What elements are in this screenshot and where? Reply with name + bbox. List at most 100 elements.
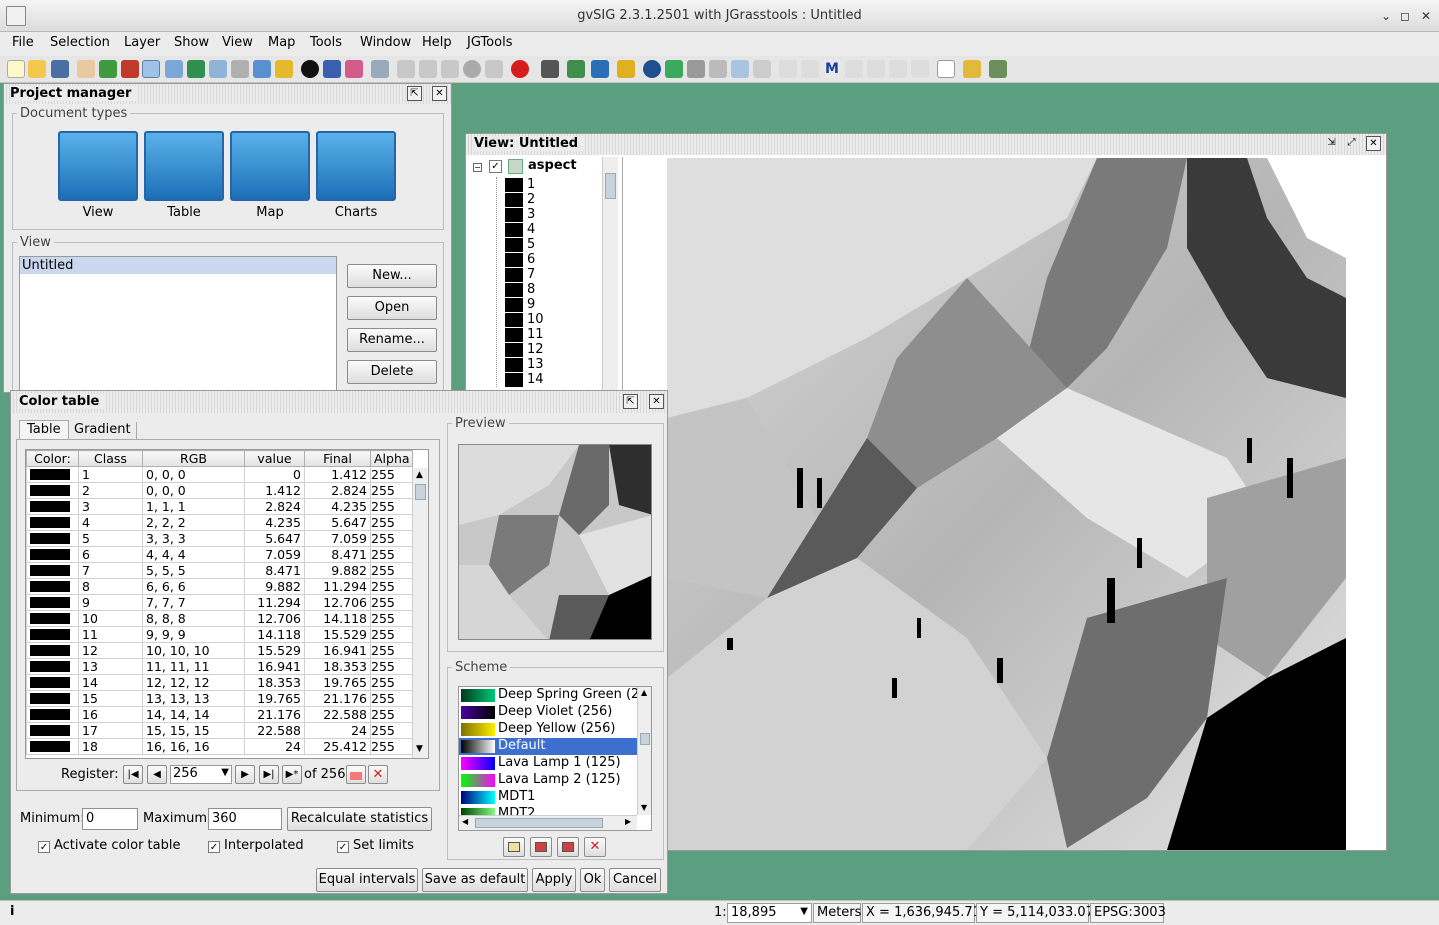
final-cell[interactable]: 16.941 <box>304 642 371 659</box>
pin2-icon[interactable] <box>801 60 819 78</box>
scheme-item[interactable]: Deep Violet (256) <box>459 704 637 721</box>
select-polygon-icon[interactable] <box>441 60 459 78</box>
color-swatch-cell[interactable] <box>26 482 79 499</box>
rgb-cell[interactable]: 13, 13, 13 <box>142 690 245 707</box>
scheme-item[interactable]: Deep Spring Green (2 <box>459 687 637 704</box>
scheme-item[interactable]: Lava Lamp 1 (125) <box>459 755 637 772</box>
table-row[interactable]: 18 16, 16, 16 24 25.412 255 <box>26 738 413 755</box>
activate-color-table-check[interactable]: ✓ Activate color table <box>38 838 180 853</box>
value-cell[interactable]: 14.118 <box>244 626 305 643</box>
table-doc-icon[interactable] <box>144 131 224 201</box>
scheme-item[interactable]: Default <box>459 738 637 755</box>
class-cell[interactable]: 14 <box>78 674 143 691</box>
rgb-cell[interactable]: 4, 4, 4 <box>142 546 245 563</box>
class-cell[interactable]: 7 <box>78 562 143 579</box>
raster-icon[interactable] <box>665 60 683 78</box>
zoom-previous-icon[interactable] <box>209 60 227 78</box>
layers-icon[interactable] <box>187 60 205 78</box>
select-layer-icon[interactable] <box>275 60 293 78</box>
scheme-hscrollbar[interactable]: ◀ ▶ <box>459 815 637 830</box>
rgb-cell[interactable]: 3, 3, 3 <box>142 530 245 547</box>
scheme-item[interactable]: MDT2 <box>459 806 637 815</box>
save-project-icon[interactable] <box>51 60 69 78</box>
scroll-down-icon[interactable]: ▼ <box>416 744 423 754</box>
zoom-fit-icon[interactable] <box>231 60 249 78</box>
color-swatch-cell[interactable] <box>26 498 79 515</box>
menu-selection[interactable]: Selection <box>50 35 110 50</box>
rename-view-button[interactable]: Rename... <box>347 328 437 352</box>
col-color[interactable]: Color: <box>26 450 79 467</box>
table-row[interactable]: 4 2, 2, 2 4.235 5.647 255 <box>26 514 413 531</box>
restore-icon[interactable]: ⇲ <box>1324 136 1339 151</box>
export-scheme-button[interactable] <box>557 837 579 857</box>
table-row[interactable]: 8 6, 6, 6 9.882 11.294 255 <box>26 578 413 595</box>
activate-checkbox-icon[interactable]: ✓ <box>38 841 50 853</box>
scheme-scroll-thumb[interactable] <box>640 733 650 745</box>
edit-icon[interactable] <box>371 60 389 78</box>
new-view-button[interactable]: New... <box>347 264 437 288</box>
class-cell[interactable]: 18 <box>78 738 143 755</box>
value-cell[interactable]: 9.882 <box>244 578 305 595</box>
pan-icon[interactable] <box>77 60 95 78</box>
color-swatch-cell[interactable] <box>26 690 79 707</box>
zoom-extent-icon[interactable] <box>99 60 117 78</box>
menu-layer[interactable]: Layer <box>124 35 160 50</box>
download-icon[interactable] <box>591 60 609 78</box>
equal-intervals-button[interactable]: Equal intervals <box>316 868 418 892</box>
menu-view[interactable]: View <box>222 35 253 50</box>
class-cell[interactable]: 1 <box>78 466 143 483</box>
ok-button[interactable]: Ok <box>580 868 605 892</box>
class-cell[interactable]: 12 <box>78 642 143 659</box>
add-layer-icon[interactable] <box>567 60 585 78</box>
final-cell[interactable]: 18.353 <box>304 658 371 675</box>
scheme-scroll-down-icon[interactable]: ▼ <box>641 803 647 812</box>
color-swatch-cell[interactable] <box>26 466 79 483</box>
last-record-button[interactable]: ▶| <box>259 765 279 784</box>
final-cell[interactable]: 25.412 <box>304 738 371 755</box>
value-cell[interactable]: 18.353 <box>244 674 305 691</box>
alpha-cell[interactable]: 255 <box>370 578 413 595</box>
set-limits-check[interactable]: ✓ Set limits <box>337 838 414 853</box>
view-doc-icon[interactable] <box>58 131 138 201</box>
chart-tool-icon[interactable] <box>731 60 749 78</box>
class-cell[interactable]: 11 <box>78 626 143 643</box>
col-class[interactable]: Class <box>78 450 143 467</box>
class-cell[interactable]: 13 <box>78 658 143 675</box>
table-row[interactable]: 15 13, 13, 13 19.765 21.176 255 <box>26 690 413 707</box>
value-cell[interactable]: 1.412 <box>244 482 305 499</box>
class-cell[interactable]: 9 <box>78 594 143 611</box>
table-row[interactable]: 16 14, 14, 14 21.176 22.588 255 <box>26 706 413 723</box>
alpha-cell[interactable]: 255 <box>370 594 413 611</box>
save-as-default-button[interactable]: Save as default <box>422 868 528 892</box>
alpha-cell[interactable]: 255 <box>370 610 413 627</box>
select-point-icon[interactable] <box>397 60 415 78</box>
menu-show[interactable]: Show <box>174 35 209 50</box>
menu-tools[interactable]: Tools <box>310 35 342 50</box>
final-cell[interactable]: 7.059 <box>304 530 371 547</box>
maximize-icon[interactable]: ◻ <box>1397 8 1413 24</box>
register-dropdown-icon[interactable]: ▼ <box>221 767 229 778</box>
apply-button[interactable]: Apply <box>532 868 576 892</box>
alpha-cell[interactable]: 255 <box>370 674 413 691</box>
scheme-item[interactable]: MDT1 <box>459 789 637 806</box>
class-cell[interactable]: 8 <box>78 578 143 595</box>
rgb-cell[interactable]: 11, 11, 11 <box>142 658 245 675</box>
table-scroll-thumb[interactable] <box>415 484 426 500</box>
rgb-cell[interactable]: 7, 7, 7 <box>142 594 245 611</box>
menu-window[interactable]: Window <box>360 35 411 50</box>
color-swatch-cell[interactable] <box>26 722 79 739</box>
minimize-icon[interactable]: ⌄ <box>1378 8 1394 24</box>
rgb-cell[interactable]: 5, 5, 5 <box>142 562 245 579</box>
new-project-icon[interactable] <box>7 60 25 78</box>
table-row[interactable]: 6 4, 4, 4 7.059 8.471 255 <box>26 546 413 563</box>
menu-file[interactable]: File <box>12 35 34 50</box>
final-cell[interactable]: 9.882 <box>304 562 371 579</box>
scale-dropdown-icon[interactable]: ▼ <box>800 906 808 917</box>
value-cell[interactable]: 24 <box>244 738 305 755</box>
layer-name[interactable]: aspect <box>528 158 577 173</box>
select-rect-icon[interactable] <box>419 60 437 78</box>
final-cell[interactable]: 4.235 <box>304 498 371 515</box>
value-cell[interactable]: 2.824 <box>244 498 305 515</box>
pin4-icon[interactable] <box>867 60 885 78</box>
value-cell[interactable]: 16.941 <box>244 658 305 675</box>
